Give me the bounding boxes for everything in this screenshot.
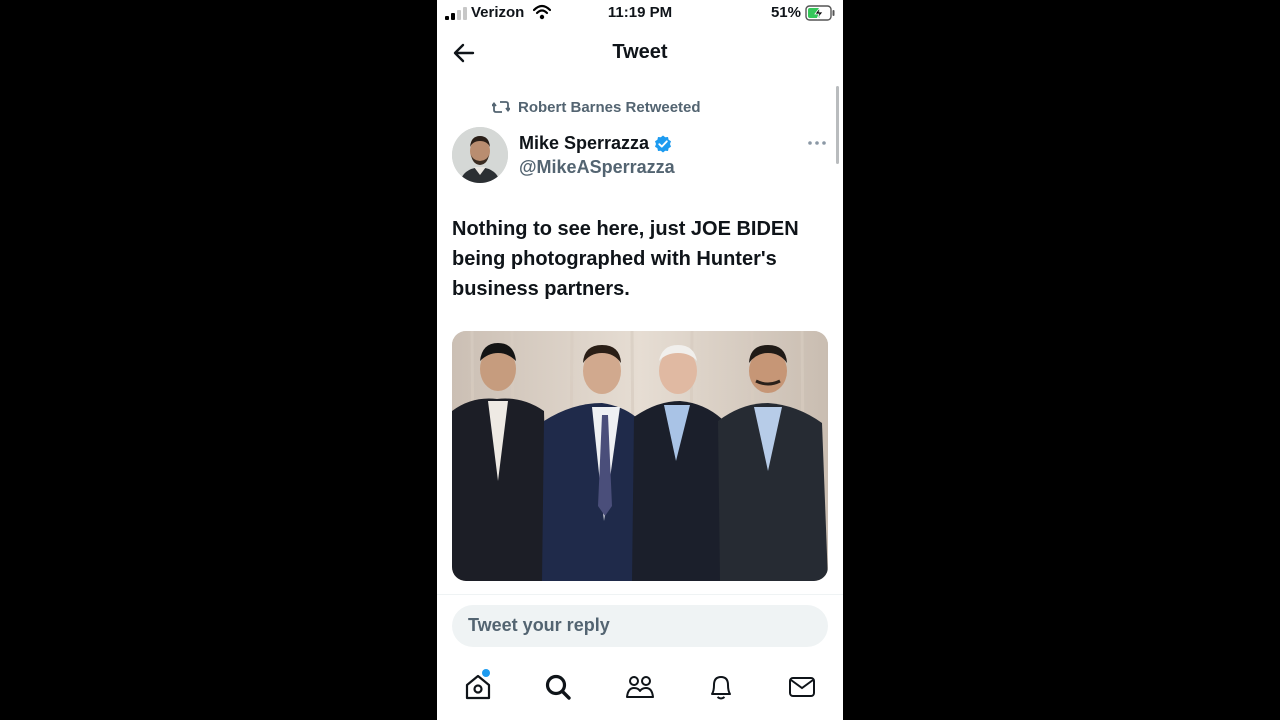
page-title: Tweet [612, 41, 668, 63]
bottom-tab-bar [437, 660, 843, 720]
search-icon [545, 674, 571, 700]
home-icon [465, 674, 491, 700]
battery-charging-icon [805, 5, 835, 21]
tab-messages[interactable] [787, 672, 817, 702]
photo-image [452, 331, 828, 581]
reply-input[interactable]: Tweet your reply [452, 605, 828, 647]
tweet-photo[interactable] [452, 331, 828, 581]
battery-percent: 51% [770, 4, 801, 21]
communities-icon [626, 676, 654, 698]
scrollbar[interactable] [836, 86, 839, 164]
home-notification-dot [482, 669, 490, 677]
phone-screen: Verizon 11:19 PM 51% Tweet Robert Barnes… [437, 0, 843, 720]
author-name: Mike Sperrazza [519, 133, 650, 153]
more-options-icon[interactable] [807, 136, 827, 150]
tab-communities[interactable] [625, 672, 655, 702]
avatar-image [452, 127, 508, 183]
tab-notifications[interactable] [706, 672, 736, 702]
retweet-context[interactable]: Robert Barnes Retweeted [492, 97, 701, 117]
notifications-icon [711, 676, 731, 700]
author-avatar[interactable] [452, 127, 508, 183]
status-bar: Verizon 11:19 PM 51% [437, 0, 843, 28]
retweet-icon [492, 101, 510, 113]
author-name-row[interactable]: Mike Sperrazza [519, 133, 672, 154]
tab-search[interactable] [543, 672, 573, 702]
author-handle[interactable]: @MikeASperrazza [519, 157, 675, 178]
retweeted-by-label: Robert Barnes Retweeted [518, 98, 701, 116]
tab-home[interactable] [463, 672, 493, 702]
verified-badge-icon [655, 135, 672, 152]
reply-divider [437, 594, 843, 595]
messages-icon [789, 677, 815, 697]
top-header: Tweet [437, 28, 843, 78]
tweet-text: Nothing to see here, just JOE BIDEN bein… [452, 218, 799, 300]
